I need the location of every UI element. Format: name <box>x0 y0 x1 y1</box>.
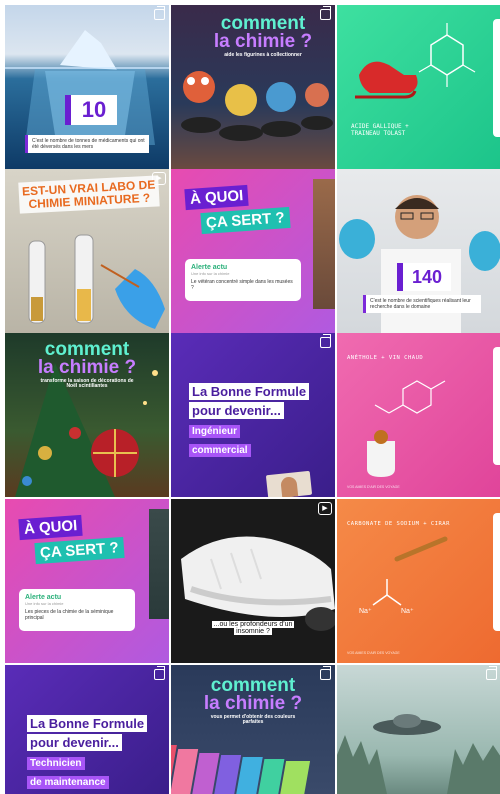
molecule-label: ACIDE GALLIQUE + TRAINEAU TOLAST <box>351 123 409 137</box>
role-line-2: de maintenance <box>27 776 109 789</box>
post-comment-chimie-colors[interactable]: comment la chimie ? vous permet d'obteni… <box>171 665 335 794</box>
card-subtitle: Une info sur la chimie <box>191 271 230 276</box>
video-subtitle: ...ou les profondeurs d'un insomnie ? <box>191 621 315 635</box>
title-line-1: La Bonne Formule <box>189 383 310 400</box>
post-carbonate-sodium[interactable]: Na⁺ Na⁺ CARBONATE DE SODIUM + CIRAR VOS … <box>337 499 500 663</box>
post-iceberg[interactable]: 10 C'est le nombre de tonnes de médicame… <box>5 5 169 169</box>
stat-caption: C'est le nombre de scientifiques réalisa… <box>363 295 481 313</box>
title-word-chimie: la chimie ? <box>213 31 313 53</box>
subtitle-line-2: insomnie ? <box>234 628 272 635</box>
multi-post-icon <box>320 334 331 348</box>
card-title: Alerte actu <box>25 594 62 601</box>
sneaker-illustration <box>181 536 335 631</box>
person-photo <box>265 470 313 497</box>
alerte-card: Alerte actu Une info sur la chimie Les p… <box>19 589 135 631</box>
title-line-1: À QUOI <box>18 514 83 541</box>
side-card <box>493 19 500 137</box>
side-card <box>493 513 500 631</box>
role-line-1: Ingénieur <box>189 425 241 438</box>
role-line-1: Technicien <box>27 757 85 770</box>
title-word-chimie: la chimie ? <box>37 357 137 379</box>
post-ufo-forest[interactable] <box>337 665 500 794</box>
subtitle-line-1: ...ou les profondeurs d'un <box>211 621 295 628</box>
title-line-1: À QUOI <box>184 184 249 211</box>
stat-number: 10 <box>65 95 117 125</box>
multi-post-icon <box>486 666 497 680</box>
comment-chimie-title: comment la chimie ? aide les figurines à… <box>213 14 313 59</box>
multi-post-icon <box>154 6 165 20</box>
side-card <box>493 347 500 465</box>
side-photo <box>313 179 335 309</box>
molecule-label: ANÉTHOLE + VIN CHAUD <box>347 355 424 361</box>
title-word-chimie: la chimie ? <box>203 693 303 715</box>
post-footer: VOS AMIES D'AIR DES VOYAGE <box>347 651 400 655</box>
role-line-2: commercial <box>189 444 251 457</box>
post-labo-miniature[interactable]: ▶ EST-UN VRAI LABO DE CHIMIE MINIATURE ? <box>5 169 169 333</box>
card-description: Le vétéran concentré simple dans les mus… <box>191 279 293 291</box>
title-subtitle: aide les figurines à collectionner <box>224 52 302 59</box>
post-bonne-formule-ingenieur[interactable]: La Bonne Formule pour devenir... Ingénie… <box>171 333 335 497</box>
a-quoi-title: À QUOI ÇA SERT ? <box>18 514 125 565</box>
post-scientist-140[interactable]: 140 C'est le nombre de scientifiques réa… <box>337 169 500 333</box>
post-a-quoi-ca-sert-2[interactable]: À QUOI ÇA SERT ? Alerte actu Une info su… <box>5 499 169 663</box>
title-line-1: La Bonne Formule <box>27 715 148 732</box>
side-photo <box>149 509 169 619</box>
title-line-2: pour devenir... <box>189 402 284 419</box>
post-footer: VOS AMIES D'AIR DES VOYAGE <box>347 485 400 489</box>
multi-post-icon <box>320 6 331 20</box>
post-comment-chimie-noel[interactable]: comment la chimie ? transforme la saison… <box>5 333 169 497</box>
title-line-2: ÇA SERT ? <box>34 536 125 565</box>
a-quoi-title: À QUOI ÇA SERT ? <box>184 184 291 235</box>
molecule-illustration <box>355 23 476 99</box>
ufo-illustration <box>337 714 500 794</box>
molecule-label: CARBONATE DE SODIUM + CIRAR <box>347 521 450 527</box>
post-molecule-sleigh[interactable]: ACIDE GALLIQUE + TRAINEAU TOLAST <box>337 5 500 169</box>
alerte-card: Alerte actu Une info sur la chimie Le vé… <box>185 259 301 301</box>
title-line-2: ÇA SERT ? <box>200 206 291 235</box>
bonne-formule-title: La Bonne Formule pour devenir... Technic… <box>27 715 148 791</box>
ion-left: Na⁺ <box>359 608 372 615</box>
comment-chimie-title: comment la chimie ? transforme la saison… <box>35 340 139 389</box>
title-line-2: pour devenir... <box>27 734 122 751</box>
title-subtitle: transforme la saison de décorations de N… <box>40 378 134 389</box>
instagram-profile-grid: 10 C'est le nombre de tonnes de médicame… <box>0 0 500 794</box>
title-subtitle: vous permet d'obtenir des couleurs parfa… <box>210 714 296 725</box>
post-a-quoi-ca-sert-1[interactable]: À QUOI ÇA SERT ? Alerte actu Une info su… <box>171 169 335 333</box>
reel-icon: ▶ <box>318 502 332 515</box>
ion-right: Na⁺ <box>401 608 414 615</box>
post-anethole-vin-chaud[interactable]: ANÉTHOLE + VIN CHAUD VOS AMIES D'AIR DES… <box>337 333 500 497</box>
multi-post-icon <box>320 666 331 680</box>
card-title: Alerte actu <box>191 264 228 271</box>
post-sneaker[interactable]: ▶ ...ou les profondeurs d'un insomnie ? <box>171 499 335 663</box>
multi-post-icon <box>154 666 165 680</box>
stat-number: 140 <box>397 263 451 291</box>
comment-chimie-title: comment la chimie ? vous permet d'obteni… <box>203 676 303 725</box>
bonne-formule-title: La Bonne Formule pour devenir... Ingénie… <box>189 383 310 459</box>
card-subtitle: Une info sur la chimie <box>25 601 64 606</box>
post-comment-chimie-figurines[interactable]: comment la chimie ? aide les figurines à… <box>171 5 335 169</box>
card-description: Les pieces de la chimie de la séminique … <box>25 609 114 621</box>
stat-caption: C'est le nombre de tonnes de médicaments… <box>25 135 149 153</box>
post-bonne-formule-technicien[interactable]: La Bonne Formule pour devenir... Technic… <box>5 665 169 794</box>
